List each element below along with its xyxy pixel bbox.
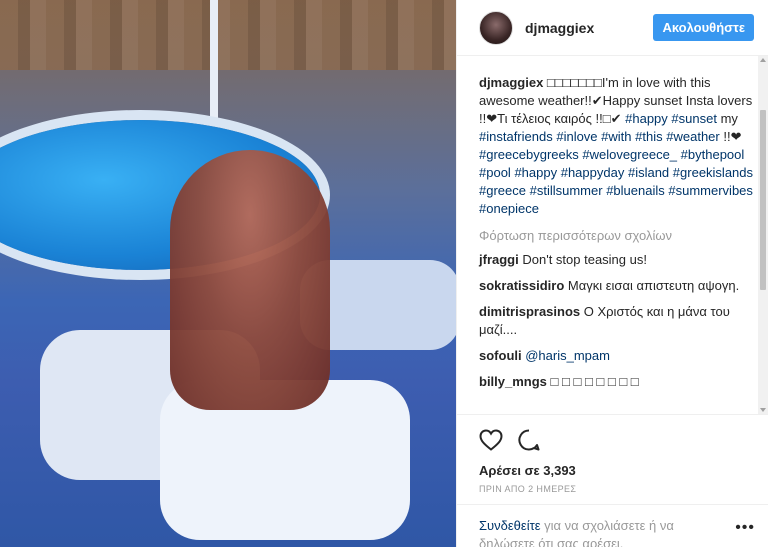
hashtag-link[interactable]: #happyday — [561, 165, 625, 180]
comment-username[interactable]: billy_mngs — [479, 374, 547, 389]
post-photo[interactable] — [0, 0, 456, 547]
comment-text: Μαγκι εισαι απιστευτη αψογη. — [567, 278, 740, 293]
caption-tags: #happy #sunset — [625, 111, 717, 126]
hashtag-link[interactable]: #happy — [514, 165, 557, 180]
hashtag-link[interactable]: #onepiece — [479, 201, 539, 216]
hashtag-link[interactable]: #this — [635, 129, 662, 144]
post-timestamp: ΠΡΙΝ ΑΠΟ 2 ΗΜΕΡΕΣ — [479, 484, 577, 494]
comment-mention[interactable]: @haris_mpam — [525, 348, 610, 363]
post-header: djmaggiex Ακολουθήστε — [457, 0, 768, 56]
hashtag-link[interactable]: #pool — [479, 165, 511, 180]
comment-username[interactable]: sokratissidiro — [479, 278, 564, 293]
post-modal: djmaggiex Ακολουθήστε djmaggiex □□□□□□□I… — [0, 0, 768, 547]
likes-count[interactable]: Αρέσει σε 3,393 — [479, 463, 747, 478]
photo-stone-wall — [0, 0, 456, 70]
hashtag-link[interactable]: #weather — [666, 129, 719, 144]
hashtag-link[interactable]: #with — [601, 129, 631, 144]
comments-scrollbar[interactable] — [758, 56, 768, 414]
comment-text: Don't stop teasing us! — [522, 252, 647, 267]
hashtag-link[interactable]: #instafriends — [479, 129, 553, 144]
caption-tags: #greecebygreeks #welovegreece_ #bythepoo… — [479, 147, 753, 216]
heart-icon[interactable] — [479, 429, 503, 451]
caption-username[interactable]: djmaggiex — [479, 75, 543, 90]
more-options-icon[interactable]: ••• — [735, 519, 755, 537]
hashtag-link[interactable]: #inlove — [556, 129, 597, 144]
photo-pole — [210, 0, 218, 120]
post-side-panel: djmaggiex Ακολουθήστε djmaggiex □□□□□□□I… — [456, 0, 768, 547]
load-more-comments-link[interactable]: Φόρτωση περισσότερων σχολίων — [479, 228, 754, 243]
scroll-up-arrow-icon[interactable] — [760, 58, 766, 62]
photo-person — [170, 150, 330, 410]
caption-tags: #instafriends #inlove #with #this #weath… — [479, 129, 720, 144]
hashtag-link[interactable]: #bluenails — [606, 183, 665, 198]
hashtag-link[interactable]: #sunset — [671, 111, 717, 126]
comment-username[interactable]: jfraggi — [479, 252, 519, 267]
post-caption: djmaggiex □□□□□□□I'm in love with this a… — [479, 74, 754, 218]
comment: sofouli @haris_mpam — [479, 347, 754, 365]
caption-text: !!❤ — [723, 129, 742, 144]
hashtag-link[interactable]: #greecebygreeks — [479, 147, 579, 162]
comment-text: □ □ □ □ □ □ □ □ — [550, 374, 639, 389]
hashtag-link[interactable]: #happy — [625, 111, 668, 126]
post-actions: Αρέσει σε 3,393 ΠΡΙΝ ΑΠΟ 2 ΗΜΕΡΕΣ — [457, 414, 768, 494]
comments-list: djmaggiex □□□□□□□I'm in love with this a… — [457, 56, 768, 416]
comment-icon[interactable] — [517, 428, 541, 452]
hashtag-link[interactable]: #greece — [479, 183, 526, 198]
header-username[interactable]: djmaggiex — [525, 20, 594, 36]
comment: dimitrisprasinos Ο Χριστός και η μάνα το… — [479, 303, 754, 339]
comment-username[interactable]: sofouli — [479, 348, 522, 363]
action-icons — [479, 427, 747, 453]
scroll-down-arrow-icon[interactable] — [760, 408, 766, 412]
hashtag-link[interactable]: #summervibes — [668, 183, 753, 198]
caption-text: my — [720, 111, 738, 126]
hashtag-link[interactable]: #stillsummer — [530, 183, 603, 198]
scrollbar-thumb[interactable] — [760, 110, 766, 290]
hashtag-link[interactable]: #bythepool — [681, 147, 745, 162]
follow-button[interactable]: Ακολουθήστε — [653, 14, 754, 41]
comment: sokratissidiro Μαγκι εισαι απιστευτη αψο… — [479, 277, 754, 295]
avatar[interactable] — [479, 10, 513, 45]
hashtag-link[interactable]: #welovegreece_ — [582, 147, 677, 162]
login-link[interactable]: Συνδεθείτε — [479, 518, 541, 533]
login-prompt: Συνδεθείτε για να σχολιάσετε ή να δηλώσε… — [457, 504, 768, 547]
hashtag-link[interactable]: #greekislands — [673, 165, 753, 180]
hashtag-link[interactable]: #island — [628, 165, 669, 180]
comment: billy_mngs □ □ □ □ □ □ □ □ — [479, 373, 754, 391]
comment: jfraggi Don't stop teasing us! — [479, 251, 754, 269]
comment-username[interactable]: dimitrisprasinos — [479, 304, 580, 319]
